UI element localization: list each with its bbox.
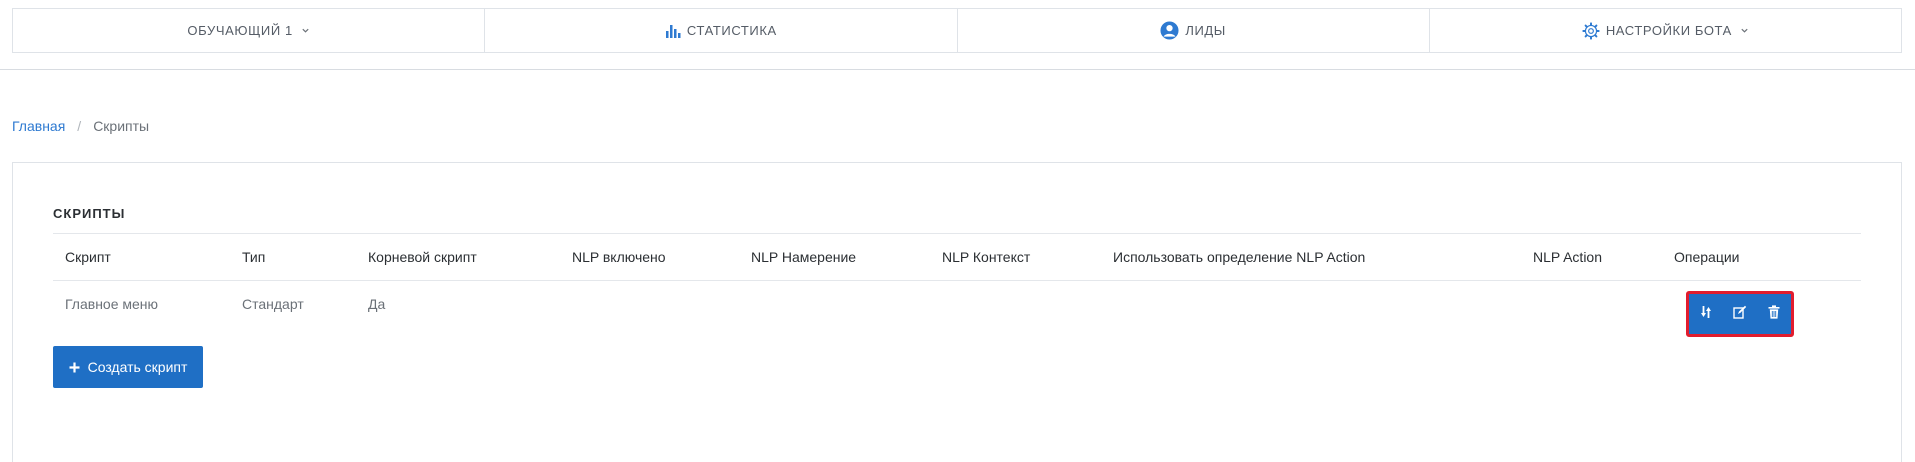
cell-script: Главное меню (65, 296, 159, 312)
plus-icon (69, 359, 80, 376)
bar-chart-icon (665, 23, 681, 38)
nav-item-label: ЛИДЫ (1185, 23, 1226, 38)
reorder-button[interactable] (1689, 294, 1723, 334)
top-nav: ОБУЧАЮЩИЙ 1 СТАТИСТИКА ЛИДЫ НАСТРОЙКИ БО… (12, 8, 1902, 53)
column-header-nlp-context: NLP Контекст (942, 249, 1031, 265)
breadcrumb: Главная / Скрипты (12, 118, 149, 134)
column-header-nlp-enabled: NLP включено (572, 249, 666, 265)
user-circle-icon (1160, 21, 1179, 40)
operations-button-group (1686, 291, 1794, 337)
nav-item-label: ОБУЧАЮЩИЙ 1 (187, 23, 293, 38)
column-header-nlp-intent: NLP Намерение (751, 249, 857, 265)
reorder-icon (1700, 305, 1712, 324)
scripts-panel: СКРИПТЫ Скрипт Тип Корневой скрипт NLP в… (12, 162, 1902, 462)
nav-item-label: СТАТИСТИКА (686, 23, 777, 38)
column-header-script: Скрипт (65, 249, 111, 265)
nav-item-label: НАСТРОЙКИ БОТА (1605, 23, 1732, 38)
chevron-down-icon (1740, 26, 1749, 35)
cell-type: Стандарт (242, 296, 304, 312)
table-row: Главное меню Стандарт Да (53, 281, 1861, 337)
edit-button[interactable] (1723, 294, 1757, 334)
column-header-operations: Операции (1674, 249, 1740, 265)
column-header-root-script: Корневой скрипт (368, 249, 477, 265)
nav-item-statistics[interactable]: СТАТИСТИКА (485, 9, 958, 52)
chevron-down-icon (301, 26, 310, 35)
header-divider (0, 69, 1915, 70)
scripts-table: Скрипт Тип Корневой скрипт NLP включено … (53, 233, 1861, 337)
gear-icon (1582, 21, 1600, 40)
nav-item-leads[interactable]: ЛИДЫ (958, 9, 1430, 52)
breadcrumb-current: Скрипты (93, 118, 150, 134)
cell-root-script: Да (368, 296, 386, 312)
panel-title: СКРИПТЫ (53, 206, 126, 221)
table-header: Скрипт Тип Корневой скрипт NLP включено … (53, 234, 1861, 281)
column-header-type: Тип (242, 249, 266, 265)
create-script-button[interactable]: Создать скрипт (53, 346, 203, 388)
nav-item-bot-settings[interactable]: НАСТРОЙКИ БОТА (1430, 9, 1901, 52)
trash-icon (1768, 304, 1780, 324)
delete-button[interactable] (1757, 294, 1791, 334)
create-script-label: Создать скрипт (87, 359, 188, 375)
column-header-use-nlp-action: Использовать определение NLP Action (1113, 249, 1366, 265)
column-header-nlp-action: NLP Action (1533, 249, 1603, 265)
breadcrumb-home-link[interactable]: Главная (12, 118, 65, 134)
breadcrumb-separator: / (77, 118, 82, 134)
nav-item-training[interactable]: ОБУЧАЮЩИЙ 1 (13, 9, 486, 52)
edit-icon (1733, 305, 1747, 324)
